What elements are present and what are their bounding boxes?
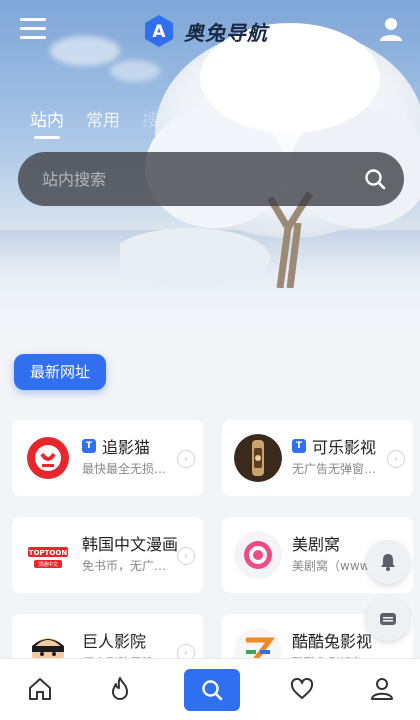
- card-description: 无广告无弹窗…: [292, 462, 377, 476]
- section-title-latest[interactable]: 最新网址: [14, 354, 107, 390]
- fire-icon: [112, 677, 128, 700]
- hero-banner: A 奥兔导航 站内 常用 搜: [0, 0, 420, 325]
- brand-logo-icon: A: [145, 15, 173, 47]
- chevron-right-icon: ›: [387, 450, 405, 468]
- nav-home[interactable]: [22, 671, 58, 707]
- chevron-right-icon: ›: [177, 547, 195, 565]
- svg-text:顶通中文: 顶通中文: [38, 561, 58, 568]
- heart-icon: [290, 677, 314, 699]
- brand[interactable]: A 奥兔导航: [142, 14, 268, 48]
- card-title: 酷酷兔影视: [292, 632, 373, 651]
- tab-onsite[interactable]: 站内: [30, 106, 64, 146]
- card-description: 最快最全无损…: [82, 462, 167, 476]
- site-card-zhuiyingmao[interactable]: T 追影猫 最快最全无损… ›: [12, 420, 203, 496]
- home-icon: [29, 678, 51, 700]
- search-icon: [202, 680, 223, 701]
- nav-favorites[interactable]: [284, 671, 320, 707]
- card-title: T 可乐影视: [292, 434, 376, 458]
- t-badge: T: [292, 439, 306, 453]
- card-description: 免书币，无广…: [82, 559, 167, 573]
- user-icon[interactable]: [378, 16, 404, 42]
- brand-name: 奥兔导航: [184, 20, 268, 45]
- search-input[interactable]: [18, 169, 364, 189]
- bell-icon: [381, 554, 395, 571]
- card-title: T 追影猫: [82, 434, 150, 458]
- site-card-korean-comics[interactable]: TOPTOON 顶通中文 韩国中文漫画 免书币，无广… ›: [12, 517, 203, 593]
- user-icon: [371, 678, 393, 700]
- chevron-right-icon: ›: [177, 450, 195, 468]
- tab-common[interactable]: 常用: [86, 106, 120, 146]
- svg-text:A: A: [152, 22, 166, 42]
- menu-icon[interactable]: [20, 18, 46, 40]
- message-icon: [380, 613, 396, 625]
- top-bar: A 奥兔导航: [0, 0, 420, 60]
- search-icon[interactable]: [364, 168, 386, 190]
- card-title: 巨人影院: [82, 632, 147, 651]
- nav-profile[interactable]: [364, 671, 400, 707]
- card-title: 美剧窝: [292, 535, 341, 554]
- notification-float-button[interactable]: [366, 540, 410, 584]
- svg-text:TOPTOON: TOPTOON: [29, 549, 68, 557]
- tab-search[interactable]: 搜: [142, 106, 159, 146]
- kele-logo-icon: [234, 434, 282, 482]
- bottom-nav: [0, 658, 420, 720]
- nav-search[interactable]: [184, 669, 240, 711]
- meijuwo-logo-icon: [234, 531, 282, 579]
- card-title: 韩国中文漫画: [82, 535, 179, 554]
- search-bar: [18, 152, 404, 206]
- message-float-button[interactable]: [366, 597, 410, 641]
- category-tabs: 站内 常用 搜: [30, 106, 420, 146]
- toptoon-logo-icon: TOPTOON 顶通中文: [24, 531, 72, 579]
- t-badge: T: [82, 439, 96, 453]
- nav-hot[interactable]: [102, 671, 138, 707]
- zhuiyingmao-logo-icon: [24, 434, 72, 482]
- site-card-kele[interactable]: T 可乐影视 无广告无弹窗… ›: [222, 420, 413, 496]
